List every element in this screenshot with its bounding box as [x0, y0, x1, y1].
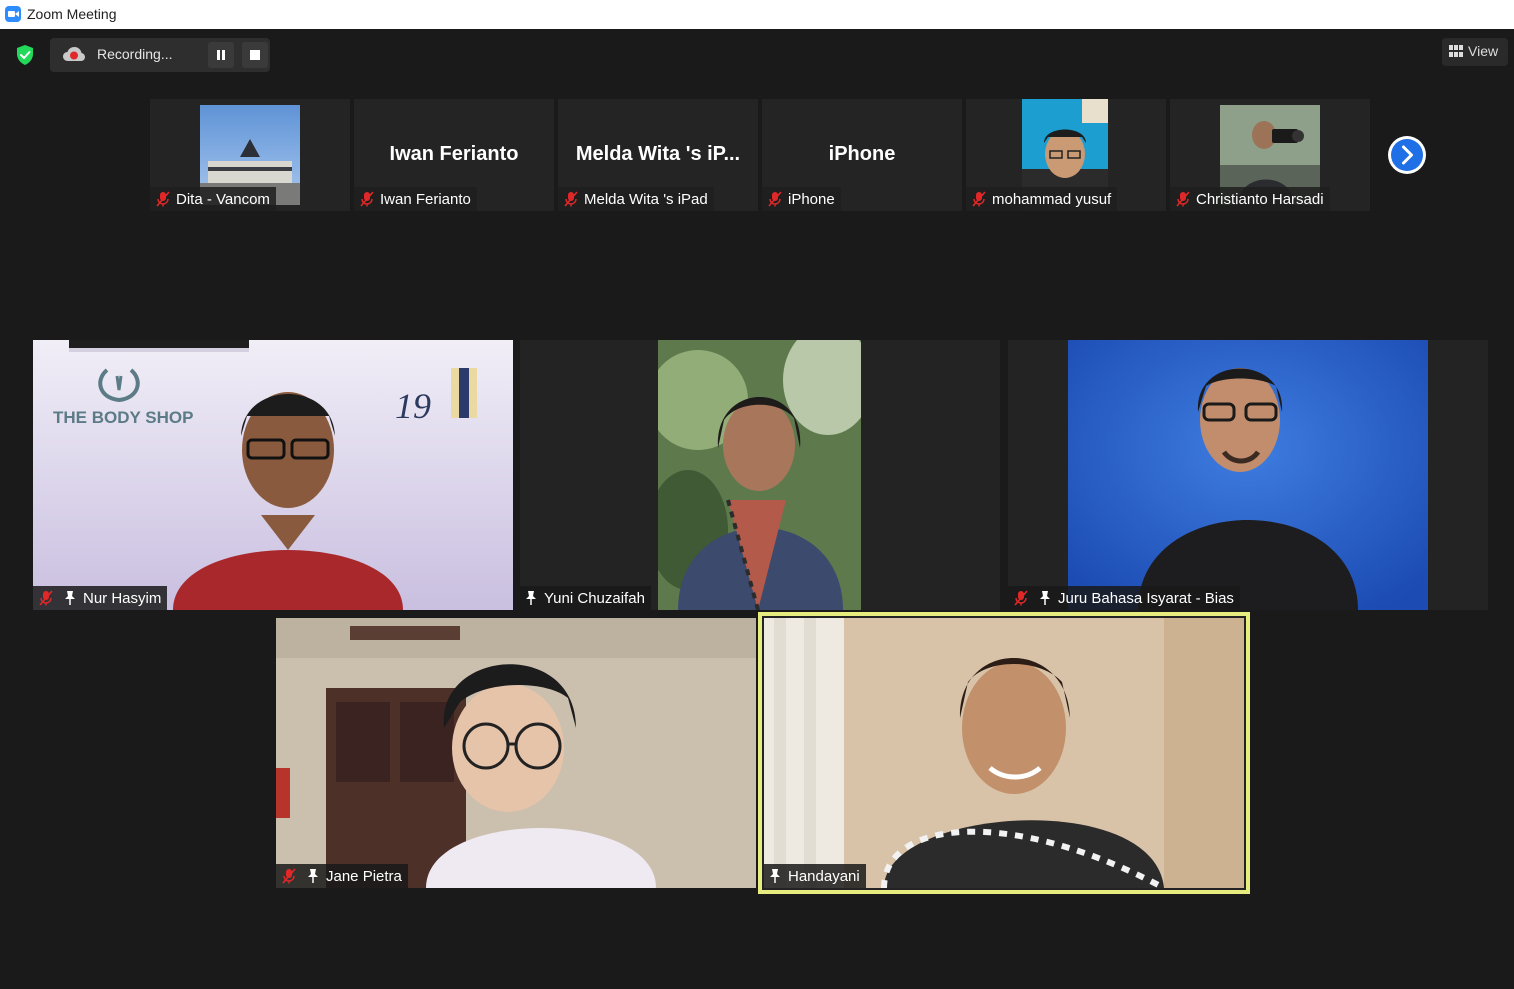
participant-name: Yuni Chuzaifah	[544, 589, 645, 607]
muted-mic-icon	[564, 191, 578, 207]
muted-mic-icon	[768, 191, 782, 207]
participant-name: Melda Wita 's iPad	[584, 190, 708, 208]
participant-name: Dita - Vancom	[176, 190, 270, 208]
video-tile-juru-bahasa-isyarat[interactable]: Juru Bahasa Isyarat - Bias	[1008, 340, 1488, 610]
grid-view-icon	[1449, 45, 1463, 57]
participant-name-tag: Jane Pietra	[276, 864, 408, 888]
view-label: View	[1468, 43, 1499, 59]
next-page-arrow-icon[interactable]	[1387, 135, 1427, 175]
pin-icon	[526, 591, 536, 605]
title-bar: Zoom Meeting	[0, 0, 1514, 29]
strip-tile-mohammad-yusuf[interactable]: mohammad yusuf	[966, 99, 1166, 211]
zoom-logo-icon	[5, 6, 21, 22]
participant-display-name: iPhone	[828, 143, 896, 165]
participant-name: iPhone	[788, 190, 835, 208]
strip-tile-christianto-harsadi[interactable]: Christianto Harsadi	[1170, 99, 1370, 211]
participant-video	[1068, 340, 1428, 610]
pin-icon	[1040, 591, 1050, 605]
muted-mic-icon	[360, 191, 374, 207]
participant-video	[764, 618, 1244, 888]
video-tile-yuni-chuzaifah[interactable]: Yuni Chuzaifah	[520, 340, 1000, 610]
video-tile-handayani[interactable]: Handayani	[758, 612, 1250, 894]
participant-name-tag: iPhone	[762, 187, 841, 211]
participant-video	[658, 340, 861, 610]
pause-icon	[216, 50, 226, 60]
participant-name-tag: Iwan Ferianto	[354, 187, 477, 211]
window-title: Zoom Meeting	[27, 6, 117, 22]
participant-name-tag: Christianto Harsadi	[1170, 187, 1330, 211]
muted-mic-icon	[972, 191, 986, 207]
pin-icon	[770, 869, 780, 883]
muted-mic-icon	[156, 191, 170, 207]
participant-display-name: Iwan Ferianto	[389, 143, 519, 165]
encryption-shield-icon[interactable]	[14, 44, 36, 66]
participant-name: Jane Pietra	[326, 867, 402, 885]
recording-label: Recording...	[97, 46, 173, 62]
strip-tile-iphone[interactable]: iPhone iPhone	[762, 99, 962, 211]
strip-tile-iwan-ferianto[interactable]: Iwan Ferianto Iwan Ferianto	[354, 99, 554, 211]
svg-text:19: 19	[395, 386, 431, 426]
participant-name: Christianto Harsadi	[1196, 190, 1324, 208]
body-shop-watermark: THE BODY SHOP	[53, 408, 194, 427]
video-tile-nur-hasyim[interactable]: 19 THE BODY SHOP Nur Hasyim	[33, 340, 513, 610]
pin-icon	[308, 869, 318, 883]
muted-mic-icon	[39, 590, 53, 606]
participant-name-tag: Handayani	[764, 864, 866, 888]
cloud-recording-icon	[63, 47, 85, 61]
stop-icon	[250, 50, 260, 60]
participant-name-tag: Dita - Vancom	[150, 187, 276, 211]
participant-name-tag: Yuni Chuzaifah	[520, 586, 651, 610]
muted-mic-icon	[1176, 191, 1190, 207]
participant-display-name: Melda Wita 's iP...	[575, 143, 741, 165]
pin-icon	[65, 591, 75, 605]
strip-tile-melda-wita[interactable]: Melda Wita 's iP... Melda Wita 's iPad	[558, 99, 758, 211]
participant-name-tag: Juru Bahasa Isyarat - Bias	[1008, 586, 1240, 610]
participant-video: 19	[33, 340, 513, 610]
recording-indicator: Recording...	[50, 38, 270, 72]
strip-tile-dita-vancom[interactable]: Dita - Vancom	[150, 99, 350, 211]
participant-name-tag: mohammad yusuf	[966, 187, 1118, 211]
participant-name: Iwan Ferianto	[380, 190, 471, 208]
participant-name-tag: Melda Wita 's iPad	[558, 187, 714, 211]
stop-recording-button[interactable]	[242, 42, 268, 68]
participant-name: Juru Bahasa Isyarat - Bias	[1058, 589, 1234, 607]
muted-mic-icon	[1014, 590, 1028, 606]
view-button[interactable]: View	[1442, 38, 1508, 66]
muted-mic-icon	[282, 868, 296, 884]
participant-name: Nur Hasyim	[83, 589, 162, 607]
participant-name: mohammad yusuf	[992, 190, 1112, 208]
pause-recording-button[interactable]	[208, 42, 234, 68]
participant-name-tag: Nur Hasyim	[33, 586, 168, 610]
participant-name: Handayani	[788, 867, 860, 885]
video-tile-jane-pietra[interactable]: Jane Pietra	[276, 618, 756, 888]
participant-video	[276, 618, 756, 888]
